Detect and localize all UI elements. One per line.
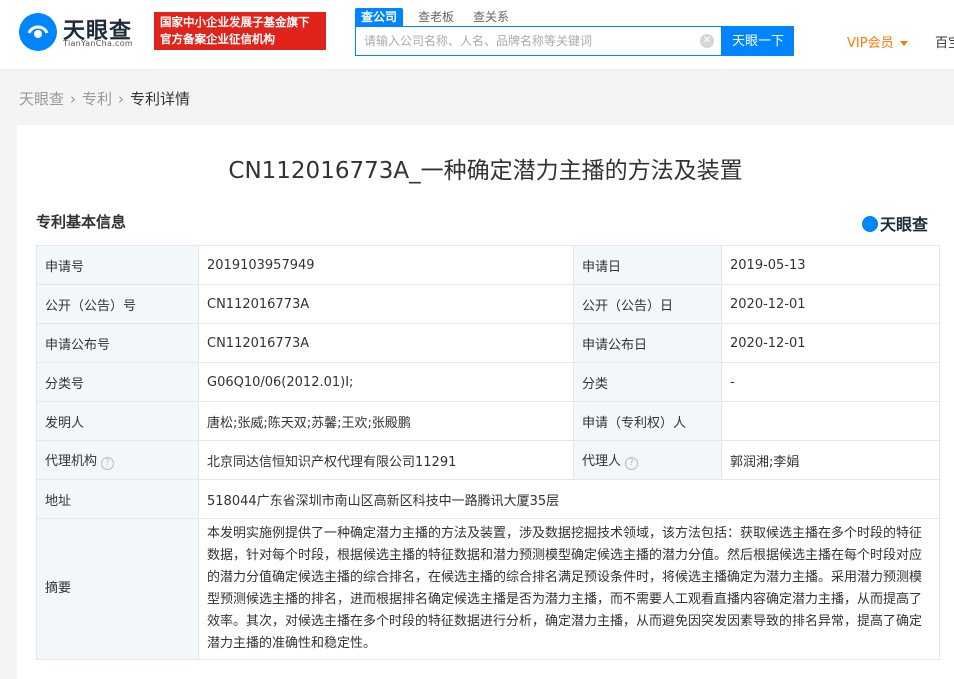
field-value: 2020-12-01 xyxy=(721,284,940,324)
tab-search-company[interactable]: 查公司 xyxy=(355,8,404,26)
search-button[interactable]: 天眼一下 xyxy=(722,26,794,56)
chevron-right-icon: › xyxy=(70,90,77,108)
field-label: 分类号 xyxy=(36,362,199,402)
tab-search-boss[interactable]: 查老板 xyxy=(418,8,454,26)
clear-icon[interactable]: ✕ xyxy=(700,34,714,48)
field-label: 公开（公告）号 xyxy=(36,284,199,324)
page-title: CN112016773A_一种确定潜力主播的方法及装置 xyxy=(228,158,743,184)
patent-info-table: 申请号 2019103957949 申请日 2019-05-13 公开（公告）号… xyxy=(36,245,940,660)
section-logo: 天眼查 xyxy=(862,211,928,235)
table-row: 分类号 G06Q10/06(2012.01)I; 分类 - xyxy=(36,362,940,402)
field-value: 2019103957949 xyxy=(198,245,574,285)
table-row: 申请公布号 CN112016773A 申请公布日 2020-12-01 xyxy=(36,323,940,363)
breadcrumb: 天眼查 › 专利 › 专利详情 xyxy=(19,88,190,109)
help-icon[interactable]: ? xyxy=(625,457,639,470)
logo-eye-icon xyxy=(19,13,57,51)
field-label: 申请（专利权）人 xyxy=(573,401,722,441)
search-box: ✕ xyxy=(355,26,722,56)
field-label: 申请日 xyxy=(573,245,722,285)
breadcrumb-home[interactable]: 天眼查 xyxy=(19,90,64,108)
table-row: 申请号 2019103957949 申请日 2019-05-13 xyxy=(36,245,940,285)
field-value: - xyxy=(721,362,940,402)
table-row: 公开（公告）号 CN112016773A 公开（公告）日 2020-12-01 xyxy=(36,284,940,324)
top-header: 天眼查 TianYanCha.com 国家中小企业发展子基金旗下 官方备案企业征… xyxy=(0,0,954,70)
logo-eye-icon xyxy=(862,216,878,232)
field-label: 申请公布日 xyxy=(573,323,722,363)
field-value: 518044广东省深圳市南山区高新区科技中一路腾讯大厦35层 xyxy=(198,479,940,519)
logo-subtext: TianYanCha.com xyxy=(63,39,133,48)
table-row: 地址 518044广东省深圳市南山区高新区科技中一路腾讯大厦35层 xyxy=(36,479,940,519)
vip-menu[interactable]: VIP会员 xyxy=(847,32,908,51)
field-value: CN112016773A xyxy=(198,323,574,363)
field-label: 公开（公告）日 xyxy=(573,284,722,324)
gov-badge-line1: 国家中小企业发展子基金旗下 xyxy=(160,15,310,29)
table-row: 代理机构? 北京同达信恒知识产权代理有限公司11291 代理人? 郭润湘;李娟 xyxy=(36,440,940,480)
field-value: 唐松;张威;陈天双;苏馨;王欢;张殿鹏 xyxy=(198,401,574,441)
field-label: 分类 xyxy=(573,362,722,402)
field-value: G06Q10/06(2012.01)I; xyxy=(198,362,574,402)
section-logo-text: 天眼查 xyxy=(880,215,929,234)
abstract-text: 本发明实施例提供了一种确定潜力主播的方法及装置，涉及数据挖掘技术领域，该方法包括… xyxy=(198,518,940,660)
gov-badge-line2: 官方备案企业征信机构 xyxy=(160,32,275,46)
field-label: 代理机构 xyxy=(45,454,98,469)
vip-label: VIP会员 xyxy=(847,36,894,51)
table-row: 摘要 本发明实施例提供了一种确定潜力主播的方法及装置，涉及数据挖掘技术领域，该方… xyxy=(36,518,940,660)
field-value: 郭润湘;李娟 xyxy=(721,440,940,480)
caret-down-icon xyxy=(899,41,908,46)
more-link[interactable]: 百宝 xyxy=(935,32,954,51)
gov-badge: 国家中小企业发展子基金旗下 官方备案企业征信机构 xyxy=(154,12,326,50)
search-input[interactable] xyxy=(364,27,694,55)
field-label: 发明人 xyxy=(36,401,199,441)
field-value: 北京同达信恒知识产权代理有限公司11291 xyxy=(198,440,574,480)
chevron-right-icon: › xyxy=(118,90,125,108)
breadcrumb-patent[interactable]: 专利 xyxy=(82,90,112,108)
help-icon[interactable]: ? xyxy=(101,457,115,470)
field-label: 摘要 xyxy=(36,518,199,660)
field-label-cell: 代理人? xyxy=(573,440,722,480)
patent-card: CN112016773A_一种确定潜力主播的方法及装置 专利基本信息 天眼查 申… xyxy=(17,125,954,679)
section-title: 专利基本信息 xyxy=(36,213,127,231)
breadcrumb-current: 专利详情 xyxy=(130,90,191,108)
field-value xyxy=(721,401,940,441)
field-value: 2019-05-13 xyxy=(721,245,940,285)
tab-search-relation[interactable]: 查关系 xyxy=(473,8,509,26)
field-value: 2020-12-01 xyxy=(721,323,940,363)
field-label: 申请号 xyxy=(36,245,199,285)
field-label-cell: 代理机构? xyxy=(36,440,199,480)
field-label: 代理人 xyxy=(582,454,622,469)
field-label: 地址 xyxy=(36,479,199,519)
field-value: CN112016773A xyxy=(198,284,574,324)
table-row: 发明人 唐松;张威;陈天双;苏馨;王欢;张殿鹏 申请（专利权）人 xyxy=(36,401,940,441)
field-label: 申请公布号 xyxy=(36,323,199,363)
tianyancha-logo[interactable]: 天眼查 TianYanCha.com xyxy=(19,13,144,51)
